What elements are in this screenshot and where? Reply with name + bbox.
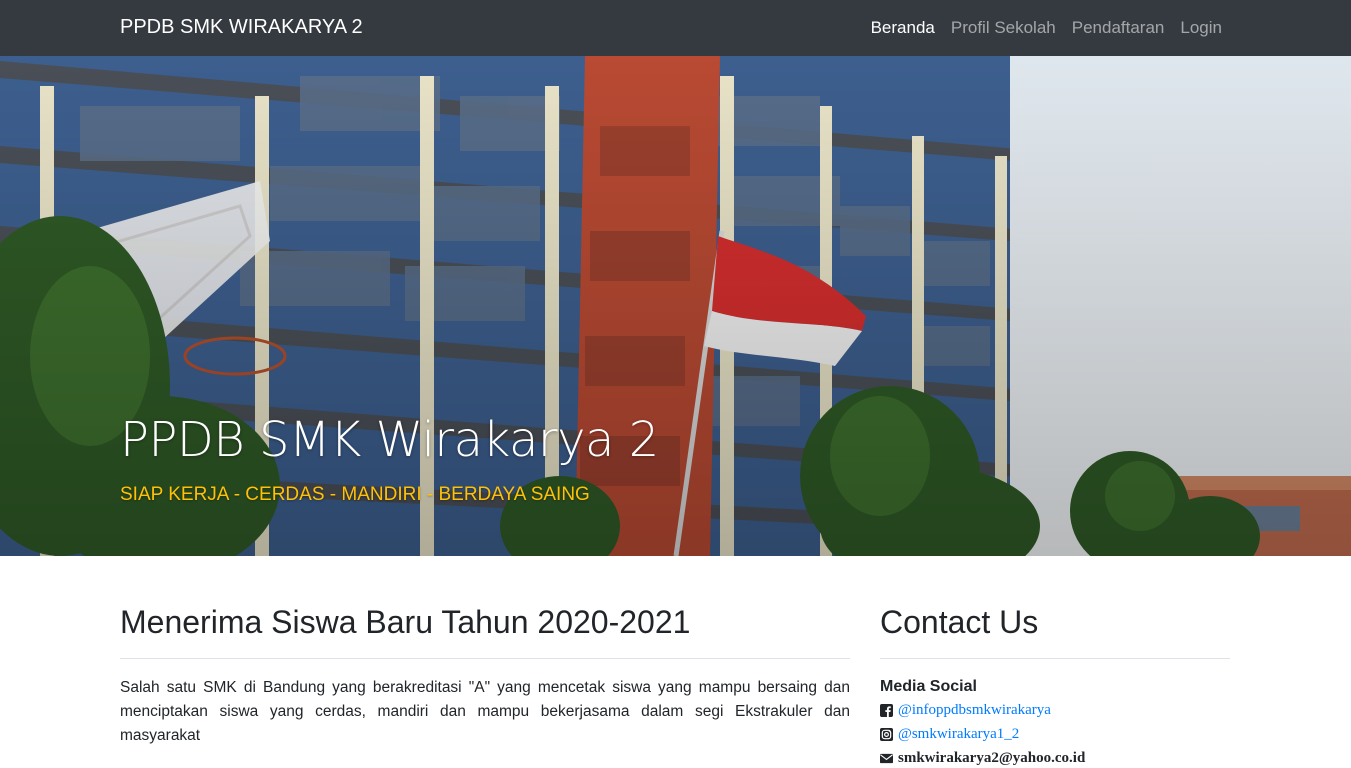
envelope-icon: [880, 753, 893, 764]
instagram-contact: @smkwirakarya1_2: [880, 726, 1019, 743]
nav-item-login[interactable]: Login: [1180, 18, 1222, 38]
facebook-icon: [880, 704, 893, 717]
hero-subtitle: SIAP KERJA - CERDAS - MANDIRI - BERDAYA …: [120, 484, 590, 505]
media-social-label: Media Social: [880, 678, 977, 695]
contact-heading: Contact Us: [880, 604, 1039, 640]
facebook-link[interactable]: @infoppdbsmkwirakarya: [898, 702, 1051, 719]
hero-title: PPDB SMK Wirakarya 2: [120, 412, 659, 468]
email-contact: smkwirakarya2@yahoo.co.id: [880, 750, 1085, 767]
contact-divider: [880, 658, 1230, 659]
nav-item-pendaftaran[interactable]: Pendaftaran: [1072, 18, 1165, 38]
main-divider: [120, 658, 850, 659]
instagram-icon: [880, 728, 893, 741]
hero-banner: PPDB SMK Wirakarya 2 SIAP KERJA - CERDAS…: [0, 56, 1351, 556]
nav-menu: Beranda Profil Sekolah Pendaftaran Login: [871, 18, 1222, 38]
main-heading: Menerima Siswa Baru Tahun 2020-2021: [120, 604, 691, 640]
nav-item-beranda[interactable]: Beranda: [871, 18, 935, 38]
facebook-contact: @infoppdbsmkwirakarya: [880, 702, 1051, 719]
email-address: smkwirakarya2@yahoo.co.id: [898, 750, 1086, 766]
navbar-brand[interactable]: PPDB SMK WIRAKARYA 2: [120, 16, 363, 39]
main-description: Salah satu SMK di Bandung yang berakredi…: [120, 679, 850, 744]
instagram-link[interactable]: @smkwirakarya1_2: [898, 726, 1019, 743]
nav-item-profil-sekolah[interactable]: Profil Sekolah: [951, 18, 1056, 38]
top-navbar: PPDB SMK WIRAKARYA 2 Beranda Profil Seko…: [0, 0, 1351, 56]
school-building-image: [0, 56, 1351, 556]
